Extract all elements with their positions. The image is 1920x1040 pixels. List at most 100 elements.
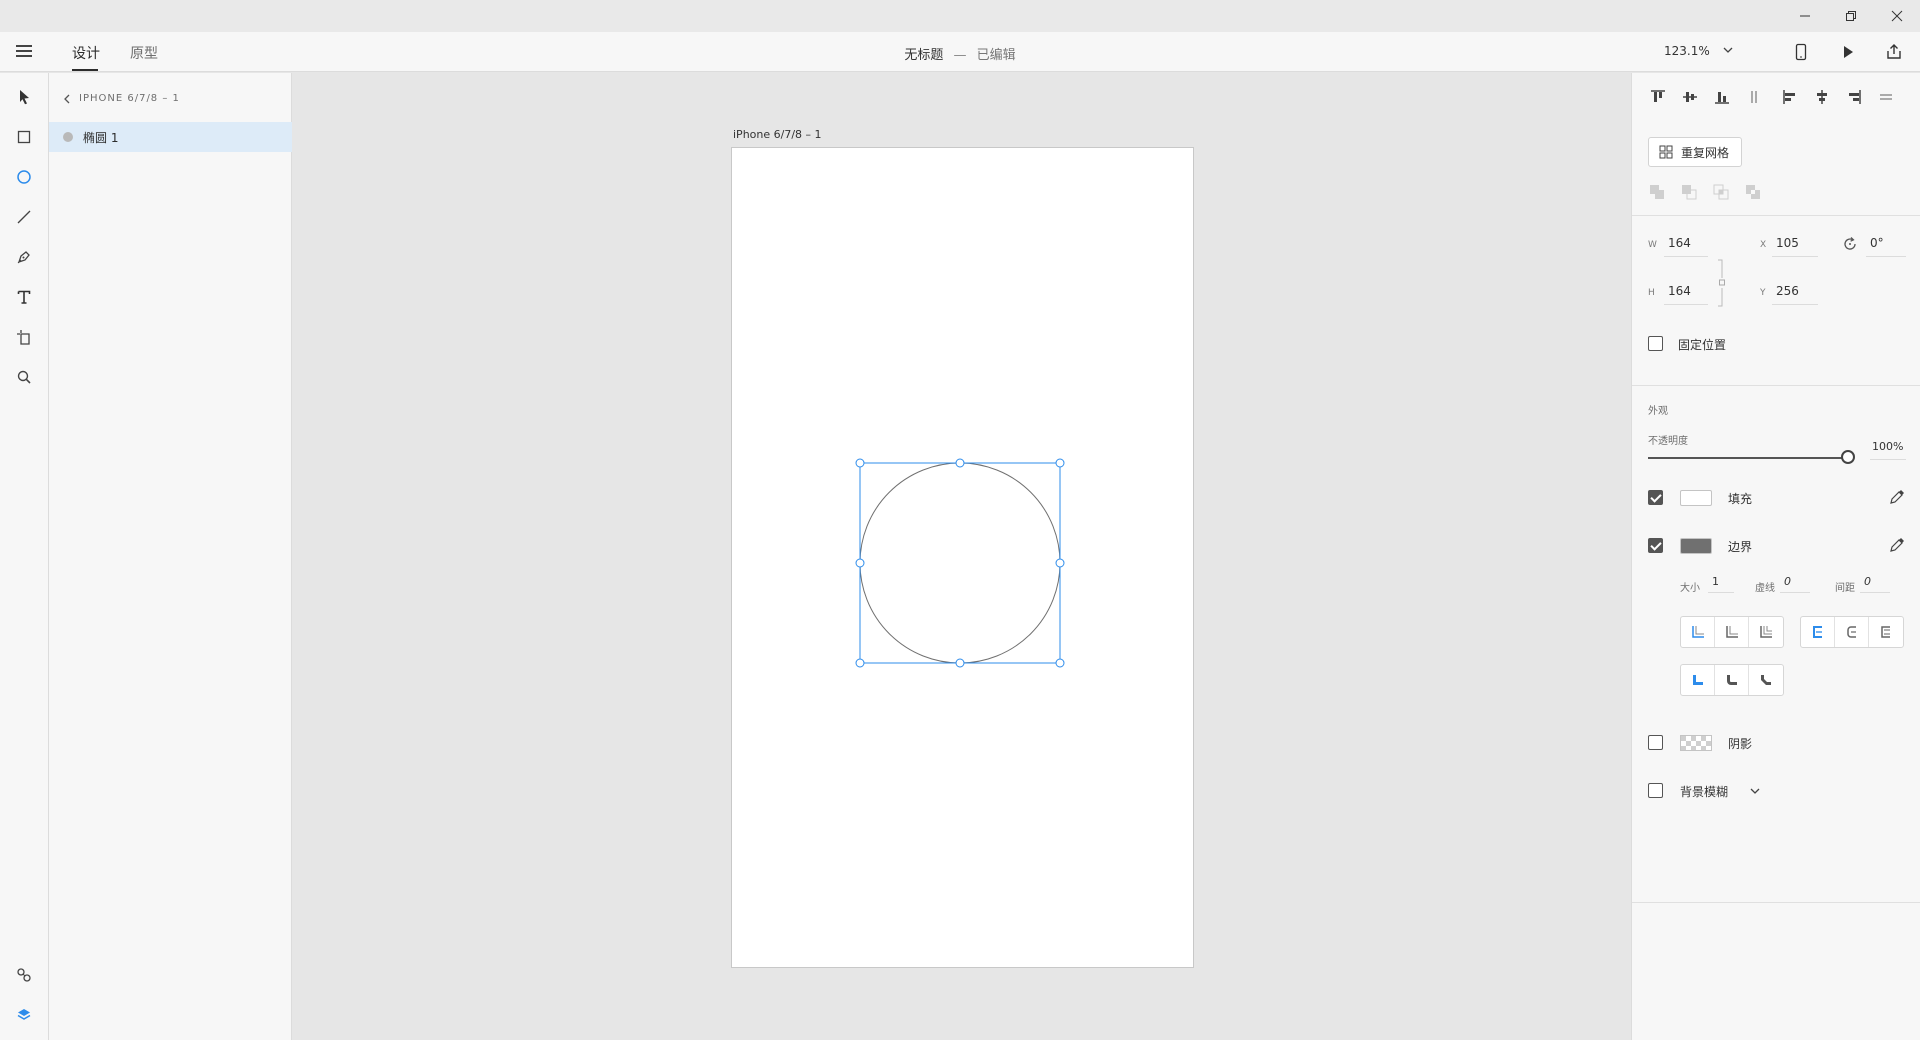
resize-handle[interactable] — [855, 658, 865, 668]
shadow-checkbox[interactable] — [1648, 735, 1663, 750]
distribute-vertical-icon — [1751, 91, 1757, 103]
layer-item[interactable]: 椭圆 1 — [49, 122, 292, 152]
rectangle-tool[interactable] — [12, 125, 36, 149]
rectangle-icon — [17, 130, 31, 144]
ellipse-tool[interactable] — [12, 165, 36, 189]
canvas[interactable]: iPhone 6/7/8 – 1 — [293, 73, 1631, 1040]
round-cap-button[interactable] — [1715, 665, 1749, 695]
gap-label: 间距 — [1835, 583, 1855, 594]
height-input[interactable]: 164 — [1668, 284, 1691, 298]
round-join-button[interactable] — [1835, 617, 1869, 647]
bevel-join-button[interactable] — [1869, 617, 1903, 647]
square-cap-icon — [1761, 675, 1771, 685]
fill-color-swatch[interactable] — [1680, 490, 1712, 506]
fill-checkbox[interactable] — [1648, 490, 1663, 505]
document-title-bar: 无标题 — 已编辑 — [0, 44, 1920, 63]
fix-position-checkbox[interactable] — [1648, 336, 1663, 351]
border-checkbox[interactable] — [1648, 538, 1663, 553]
round-cap-icon — [1726, 675, 1737, 685]
chevron-down-icon[interactable] — [1748, 784, 1762, 798]
play-icon — [1844, 46, 1853, 58]
square-cap-button[interactable] — [1749, 665, 1783, 695]
line-tool[interactable] — [12, 205, 36, 229]
resize-handle[interactable] — [955, 458, 965, 468]
border-eyedropper-icon[interactable] — [1888, 536, 1906, 554]
border-color-swatch[interactable] — [1680, 538, 1712, 554]
width-input[interactable]: 164 — [1668, 236, 1691, 250]
device-preview-button[interactable] — [1789, 40, 1813, 64]
play-preview-button[interactable] — [1836, 40, 1860, 64]
resize-handle[interactable] — [855, 458, 865, 468]
share-button[interactable] — [1882, 40, 1906, 64]
document-status: 已编辑 — [976, 48, 1016, 63]
artboard[interactable] — [731, 147, 1194, 968]
artboard-tool[interactable] — [12, 325, 36, 349]
gap-input[interactable]: 0 — [1864, 575, 1871, 588]
stroke-cap-group — [1680, 664, 1784, 696]
alignment-section: 重复网格 — [1632, 73, 1920, 216]
ellipse-selection[interactable] — [731, 147, 1194, 968]
distribute-vertical-button[interactable] — [1744, 87, 1764, 107]
ellipse-layer-icon — [63, 132, 73, 142]
resize-handle[interactable] — [1055, 558, 1065, 568]
center-stroke-button[interactable] — [1749, 617, 1783, 647]
layers-icon — [17, 1009, 31, 1020]
align-center-button[interactable] — [1812, 87, 1832, 107]
opacity-slider-handle[interactable] — [1841, 450, 1855, 464]
active-tab-indicator — [72, 69, 98, 71]
opacity-value[interactable]: 100% — [1872, 440, 1903, 453]
appearance-section: 外观 不透明度 100% 填充 边界 大小 1 虚线 0 间距 0 阴影 背景模… — [1632, 386, 1920, 903]
opacity-slider-track[interactable] — [1648, 457, 1848, 459]
pen-tool[interactable] — [12, 245, 36, 269]
resize-handle[interactable] — [855, 558, 865, 568]
align-middle-button[interactable] — [1680, 87, 1700, 107]
chevron-left-icon — [64, 94, 70, 103]
opacity-label: 不透明度 — [1648, 436, 1688, 447]
select-tool[interactable] — [12, 85, 36, 109]
layers-breadcrumb[interactable]: IPHONE 6/7/8 – 1 — [63, 93, 180, 104]
boolean-add-icon[interactable] — [1648, 183, 1666, 201]
resize-handle[interactable] — [955, 658, 965, 668]
zoom-tool[interactable] — [12, 365, 36, 389]
text-tool[interactable] — [12, 285, 36, 309]
resize-handle[interactable] — [1055, 458, 1065, 468]
boolean-subtract-icon[interactable] — [1680, 183, 1698, 201]
align-top-icon — [1651, 90, 1665, 102]
align-right-button[interactable] — [1844, 87, 1864, 107]
repeat-grid-button[interactable]: 重复网格 — [1648, 137, 1743, 167]
artboard-title[interactable]: iPhone 6/7/8 – 1 — [733, 128, 822, 141]
align-middle-icon — [1683, 92, 1697, 102]
rotation-input[interactable]: 0° — [1870, 236, 1884, 250]
minimize-button[interactable] — [1782, 0, 1828, 32]
distribute-horizontal-button[interactable] — [1876, 87, 1896, 107]
zoom-dropdown-button[interactable] — [1720, 42, 1736, 58]
lock-aspect-icon[interactable] — [1716, 258, 1728, 308]
assets-button[interactable] — [12, 963, 36, 987]
y-input[interactable]: 256 — [1776, 284, 1799, 298]
shadow-swatch[interactable] — [1680, 735, 1712, 751]
align-bottom-button[interactable] — [1712, 87, 1732, 107]
background-blur-label: 背景模糊 — [1680, 785, 1729, 799]
height-label: H — [1648, 288, 1655, 298]
ellipse-shape[interactable] — [859, 462, 1061, 664]
butt-cap-button[interactable] — [1681, 665, 1715, 695]
resize-handle[interactable] — [1055, 658, 1065, 668]
zoom-level[interactable]: 123.1% — [1664, 44, 1710, 58]
background-blur-checkbox[interactable] — [1648, 783, 1663, 798]
close-button[interactable] — [1874, 0, 1920, 32]
miter-join-icon — [1812, 626, 1822, 638]
restore-button[interactable] — [1828, 0, 1874, 32]
app-toolbar: 设计 原型 无标题 — 已编辑 123.1% — [0, 32, 1920, 72]
align-top-button[interactable] — [1648, 87, 1668, 107]
inner-stroke-button[interactable] — [1681, 617, 1715, 647]
miter-join-button[interactable] — [1801, 617, 1835, 647]
stroke-size-input[interactable]: 1 — [1712, 575, 1719, 588]
align-left-button[interactable] — [1780, 87, 1800, 107]
boolean-exclude-icon[interactable] — [1744, 183, 1762, 201]
dash-input[interactable]: 0 — [1784, 575, 1791, 588]
outer-stroke-button[interactable] — [1715, 617, 1749, 647]
x-input[interactable]: 105 — [1776, 236, 1799, 250]
layers-button[interactable] — [12, 1003, 36, 1027]
boolean-intersect-icon[interactable] — [1712, 183, 1730, 201]
fill-eyedropper-icon[interactable] — [1888, 488, 1906, 506]
